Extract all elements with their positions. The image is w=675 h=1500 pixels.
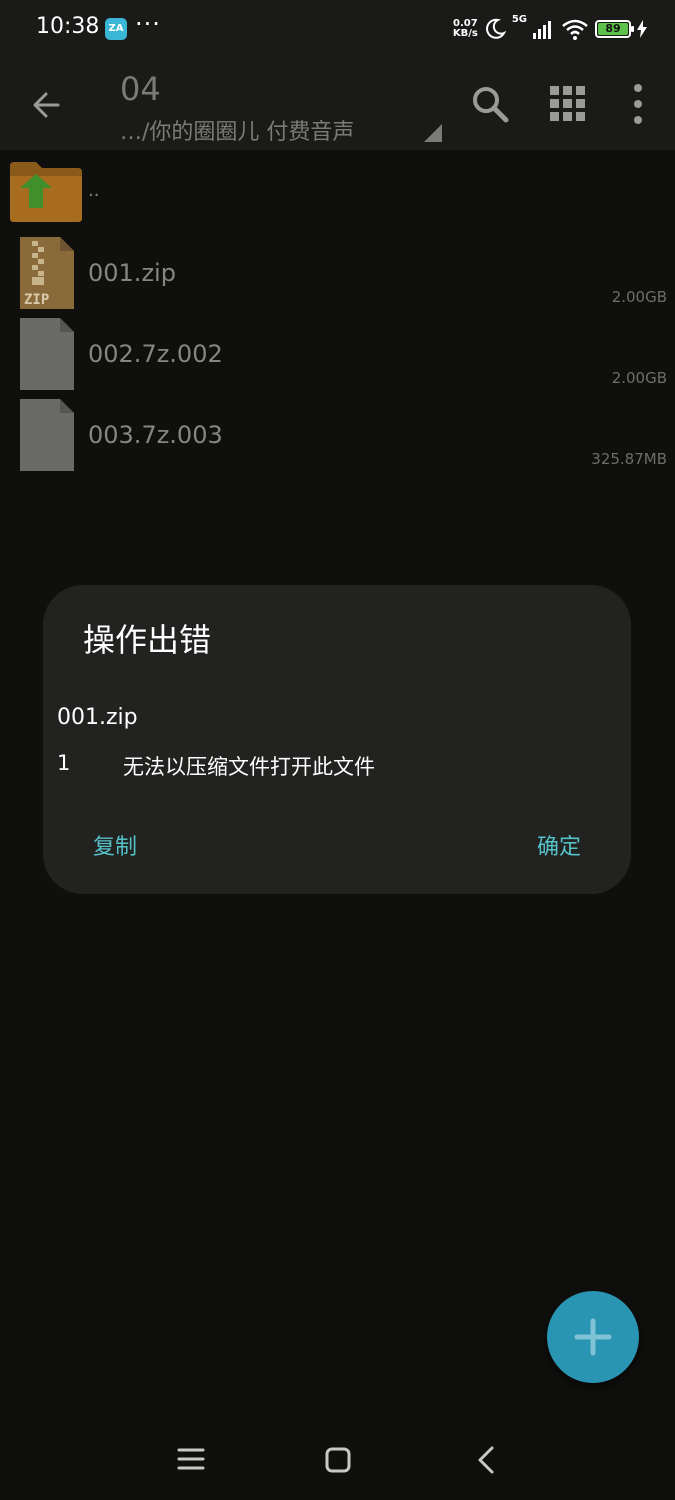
file-name: 003.7z.003 (88, 421, 223, 449)
status-bar: 10:38 ZA ··· 0.07 KB/s 5G 89 (0, 0, 675, 58)
file-size: 2.00GB (611, 288, 667, 306)
network-type: 5G (511, 14, 527, 25)
status-icons: 0.07 KB/s 5G 89 (453, 14, 647, 44)
back-arrow-icon[interactable] (22, 80, 72, 130)
error-message: 无法以压缩文件打开此文件 (123, 755, 375, 779)
file-row[interactable]: ZIP 001.zip 2.00GB (0, 231, 675, 312)
plus-icon (574, 1318, 612, 1356)
folder-title: 04 (120, 70, 161, 108)
app-toolbar: 04 …/你的圈圈儿 付费音声 (0, 58, 675, 150)
file-size: 325.87MB (591, 450, 667, 468)
ok-button[interactable]: 确定 (537, 829, 581, 861)
error-dialog: 操作出错 001.zip 1 无法以压缩文件打开此文件 复制 确定 (43, 585, 631, 894)
copy-button[interactable]: 复制 (93, 829, 137, 861)
file-list: .. ZIP 001.zip 2.00GB 002.7z.002 2.00GB (0, 150, 675, 474)
notification-app-icon: ZA (105, 18, 127, 40)
add-fab-button[interactable] (547, 1291, 639, 1383)
net-speed-unit: KB/s (452, 28, 478, 39)
wifi-icon (562, 19, 588, 40)
system-nav-bar (0, 1420, 675, 1500)
file-size: 2.00GB (611, 369, 667, 387)
more-options-icon[interactable] (622, 82, 654, 126)
net-speed: 0.07 KB/s (453, 19, 478, 39)
file-row[interactable]: 003.7z.003 325.87MB (0, 393, 675, 474)
more-notifications-icon: ··· (135, 10, 161, 38)
folder-up-icon (10, 162, 82, 222)
grid-view-icon[interactable] (548, 84, 588, 124)
battery-icon: 89 (595, 20, 634, 38)
battery-level: 89 (598, 23, 628, 35)
file-icon (20, 399, 74, 471)
folder-path[interactable]: …/你的圈圈儿 付费音声 (120, 114, 354, 146)
error-code: 1 (57, 751, 71, 775)
home-icon[interactable] (324, 1446, 352, 1474)
recent-apps-icon[interactable] (176, 1446, 206, 1472)
parent-folder-row[interactable]: .. (0, 150, 675, 231)
file-name: 001.zip (88, 259, 176, 287)
signal-icon (533, 21, 551, 39)
parent-folder-label: .. (88, 180, 100, 201)
file-row[interactable]: 002.7z.002 2.00GB (0, 312, 675, 393)
dialog-file-name: 001.zip (57, 705, 138, 730)
file-icon (20, 318, 74, 390)
file-name: 002.7z.002 (88, 340, 223, 368)
charging-icon (637, 20, 647, 38)
dialog-title: 操作出错 (83, 621, 212, 659)
status-time: 10:38 (36, 14, 100, 39)
zip-file-icon: ZIP (20, 237, 74, 309)
nav-back-icon[interactable] (474, 1444, 498, 1476)
search-icon[interactable] (468, 82, 512, 126)
moon-icon (485, 18, 506, 39)
svg-text:ZIP: ZIP (24, 292, 49, 308)
path-dropdown-icon[interactable] (424, 124, 442, 142)
